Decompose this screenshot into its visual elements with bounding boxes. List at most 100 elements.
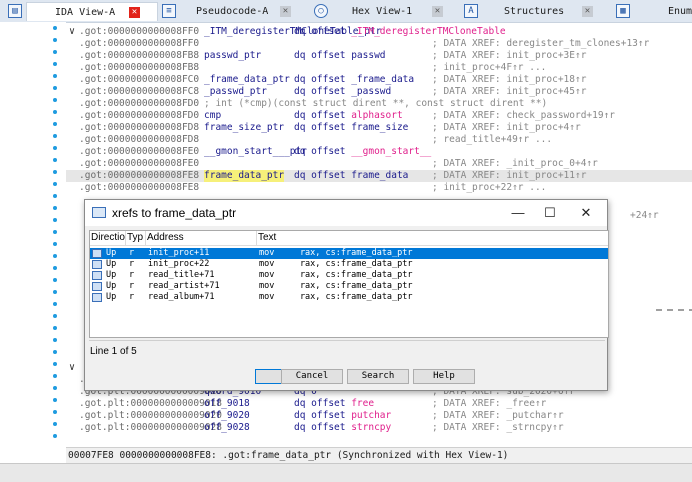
breakpoint-dot[interactable] [53, 230, 57, 234]
breakpoint-dot[interactable] [53, 170, 57, 174]
code-line[interactable]: .got:0000000000008FC0 _frame_data_ptr dq o… [66, 74, 692, 86]
code-line[interactable]: .got:0000000000008FD8 ; read_title+49↑r .… [66, 134, 692, 146]
code-comment[interactable]: ; DATA XREF: deregister_tm_clones+13↑r [432, 38, 649, 50]
code-line[interactable]: .got.plt:0000000000009028 off_9028 dq offs… [66, 422, 692, 434]
code-comment[interactable]: ; DATA XREF: _putchar↑r [432, 410, 564, 422]
code-symbol[interactable]: off_9018 [204, 398, 250, 410]
column-type[interactable]: Typ [126, 231, 146, 245]
breakpoint-dot[interactable] [53, 26, 57, 30]
breakpoint-dot[interactable] [53, 50, 57, 54]
xrefs-list[interactable]: Directio Typ Address Text Up r init_proc+1… [89, 230, 609, 338]
tab-structures[interactable]: A Structures ✕ [462, 2, 602, 21]
breakpoint-dot[interactable] [53, 218, 57, 222]
breakpoint-dot[interactable] [53, 134, 57, 138]
search-button[interactable]: Search [347, 369, 409, 384]
list-item[interactable]: Up r read_title+71 mov rax, cs:frame_data_p… [90, 270, 608, 281]
list-item[interactable]: Up r read_album+71 mov rax, cs:frame_data_p… [90, 292, 608, 303]
breakpoint-dot[interactable] [53, 266, 57, 270]
column-text[interactable]: Text [257, 231, 608, 245]
code-comment[interactable]: ; read_title+49↑r ... [432, 134, 552, 146]
breakpoint-dot[interactable] [53, 62, 57, 66]
minimize-button[interactable]: — [501, 200, 535, 226]
code-line[interactable]: .got:0000000000008FB8 passwd_ptr dq offset… [66, 50, 692, 62]
code-line[interactable]: .got:0000000000008FE0 ; DATA XREF: _init_… [66, 158, 692, 170]
code-symbol[interactable]: frame_data_ptr [204, 170, 285, 182]
code-comment[interactable]: ; init_proc+22↑r ... [432, 182, 546, 194]
operand-symbol[interactable]: free [351, 398, 374, 409]
tab-hex-view-1[interactable]: ○ Hex View-1 ✕ [312, 2, 448, 21]
code-line[interactable]: .got.plt:0000000000009018 off_9018 dq offs… [66, 398, 692, 410]
code-comment[interactable]: ; DATA XREF: _init_proc_0+4↑r [432, 158, 598, 170]
breakpoint-dot[interactable] [53, 146, 57, 150]
close-button[interactable]: ✕ [569, 200, 603, 226]
breakpoint-dot[interactable] [53, 98, 57, 102]
ida-view-icon[interactable]: ▤ [8, 4, 22, 18]
help-button[interactable]: Help [413, 369, 475, 384]
cancel-button[interactable]: Cancel [281, 369, 343, 384]
column-address[interactable]: Address [146, 231, 257, 245]
tab-pseudocode-a[interactable]: ≡ Pseudocode-A ✕ [160, 2, 298, 21]
code-symbol[interactable]: __gmon_start___ptr [204, 146, 307, 158]
code-line[interactable]: .got.plt:0000000000009020 off_9020 dq offs… [66, 410, 692, 422]
breakpoint-dot[interactable] [53, 290, 57, 294]
breakpoint-dot[interactable] [53, 182, 57, 186]
close-icon[interactable]: ✕ [432, 6, 443, 17]
code-line[interactable]: .got:0000000000008FD0 cmp dq offset alphas… [66, 110, 692, 122]
breakpoint-dot[interactable] [53, 158, 57, 162]
breakpoint-dot[interactable] [53, 74, 57, 78]
dialog-title-bar[interactable]: xrefs to frame_data_ptr — ☐ ✕ [85, 200, 607, 226]
operand-symbol[interactable]: putchar [351, 410, 391, 421]
operand-symbol[interactable]: alphasort [351, 110, 402, 121]
code-symbol[interactable]: off_9028 [204, 422, 250, 434]
breakpoint-dot[interactable] [53, 434, 57, 438]
code-symbol[interactable]: cmp [204, 110, 221, 122]
code-symbol[interactable]: frame_size_ptr [204, 122, 284, 134]
breakpoint-dot[interactable] [53, 374, 57, 378]
code-line[interactable]: .got:0000000000008FF0 ; DATA XREF: deregi… [66, 38, 692, 50]
breakpoint-dot[interactable] [53, 326, 57, 330]
operand-symbol[interactable]: __gmon_start__ [351, 146, 431, 157]
code-comment[interactable]: ; DATA XREF: init_proc+45↑r [432, 86, 586, 98]
code-line[interactable]: .got:0000000000008FE8 ; init_proc+22↑r ..… [66, 182, 692, 194]
tab-ida-view-a[interactable]: IDA View-A ✕ [26, 2, 158, 21]
code-symbol[interactable]: _frame_data_ptr [204, 74, 290, 86]
column-direction[interactable]: Directio [90, 231, 126, 245]
breakpoint-dot[interactable] [53, 302, 57, 306]
breakpoint-dot[interactable] [53, 422, 57, 426]
operand-symbol[interactable]: _ITM_deregisterTMCloneTable [351, 26, 505, 37]
code-line[interactable]: .got:0000000000008FF0 _ITM_deregisterTMCl… [66, 26, 692, 38]
breakpoint-dot[interactable] [53, 206, 57, 210]
code-line[interactable]: .got:0000000000008FE8 frame_data_ptr dq of… [66, 170, 692, 182]
breakpoint-dot[interactable] [53, 386, 57, 390]
code-comment[interactable]: ; DATA XREF: init_proc+18↑r [432, 74, 586, 86]
code-comment[interactable]: ; DATA XREF: check_password+19↑r [432, 110, 615, 122]
breakpoint-dot[interactable] [53, 254, 57, 258]
code-symbol[interactable]: passwd_ptr [204, 50, 261, 62]
breakpoint-dot[interactable] [53, 122, 57, 126]
tab-enums[interactable]: ▦ Enums [614, 2, 692, 21]
maximize-button[interactable]: ☐ [533, 200, 567, 226]
breakpoint-dot[interactable] [53, 350, 57, 354]
code-symbol[interactable]: _passwd_ptr [204, 86, 267, 98]
code-line[interactable]: .got:0000000000008FE0 __gmon_start___ptr d… [66, 146, 692, 158]
list-item[interactable]: Up r read_artist+71 mov rax, cs:frame_data_… [90, 281, 608, 292]
breakpoint-dot[interactable] [53, 398, 57, 402]
code-line[interactable]: .got:0000000000008FD8 frame_size_ptr dq of… [66, 122, 692, 134]
code-symbol[interactable]: off_9020 [204, 410, 250, 422]
breakpoint-dot[interactable] [53, 410, 57, 414]
breakpoint-dot[interactable] [53, 362, 57, 366]
code-comment[interactable]: ; init_proc+4F↑r ... [432, 62, 546, 74]
breakpoint-dot[interactable] [53, 38, 57, 42]
operand-symbol[interactable]: strncpy [351, 422, 391, 433]
code-comment[interactable]: ; DATA XREF: init_proc+4↑r [432, 122, 581, 134]
breakpoint-dot[interactable] [53, 278, 57, 282]
breakpoint-dot[interactable] [53, 314, 57, 318]
list-item[interactable]: Up r init_proc+22 mov rax, cs:frame_data_pt… [90, 259, 608, 270]
breakpoint-dot[interactable] [53, 194, 57, 198]
code-line[interactable]: .got:0000000000008FC8 _passwd_ptr dq offse… [66, 86, 692, 98]
code-line[interactable]: .got:0000000000008FB8 ; init_proc+4F↑r ..… [66, 62, 692, 74]
close-icon[interactable]: ✕ [129, 7, 140, 18]
breakpoint-dot[interactable] [53, 338, 57, 342]
code-comment[interactable]: ; DATA XREF: _strncpy↑r [432, 422, 564, 434]
code-comment[interactable]: ; DATA XREF: init_proc+3E↑r [432, 50, 586, 62]
